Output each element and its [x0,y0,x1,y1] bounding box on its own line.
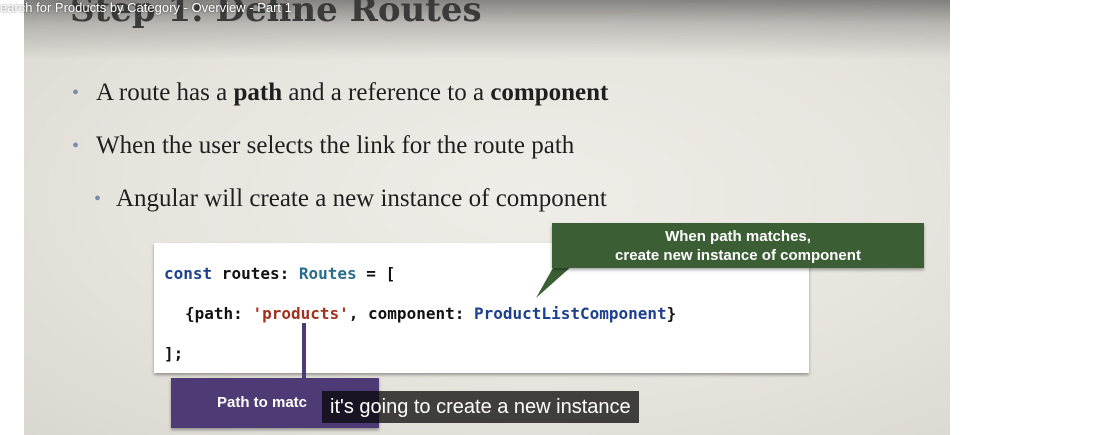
bullet-icon: • [94,188,102,210]
callout-path-matches: When path matches, create new instance o… [552,223,924,268]
code-identifier: routes: [212,264,299,283]
bullet-text: A route has a [96,79,234,106]
bullet-text: When the user selects the link for the r… [96,132,575,159]
video-player[interactable]: Step 1: Define Routes • A route has a pa… [0,0,1107,435]
code-line-1: const routes: Routes = [ [164,264,395,284]
bullet-route-definition: • A route has a path and a reference to … [72,78,609,108]
bullet-bold-path: path [233,79,283,106]
bullet-text: and a reference to a [282,79,491,106]
bullet-bold-component: component [490,79,609,106]
video-title[interactable]: earch for Products by Category - Overvie… [0,0,292,16]
bullet-icon: • [72,135,80,157]
code-line-3: ]; [164,344,184,363]
bullet-user-selects-link: • When the user selects the link for the… [72,131,575,161]
sub-bullet-new-instance: • Angular will create a new instance of … [94,184,607,214]
bullet-text: Angular will create a new instance of co… [116,185,607,212]
code-type: Routes [298,264,357,283]
code-punct: , component: [348,304,474,323]
code-class-name: ProductListComponent [474,304,667,323]
code-string: 'products' [252,304,349,323]
code-punct: {path: [185,304,253,323]
code-line-2: {path: 'products', component: ProductLis… [185,304,676,324]
code-punct: } [666,304,677,323]
callout-text: Path to matc [217,394,308,411]
callout-line-2: create new instance of component [615,247,861,264]
code-punct: = [ [356,264,396,283]
code-keyword: const [164,264,213,283]
bullet-icon: • [72,82,80,104]
callout-line-1: When path matches, [665,228,811,245]
presentation-slide: Step 1: Define Routes • A route has a pa… [24,0,950,435]
subtitle-caption: it's going to create a new instance [322,391,639,423]
